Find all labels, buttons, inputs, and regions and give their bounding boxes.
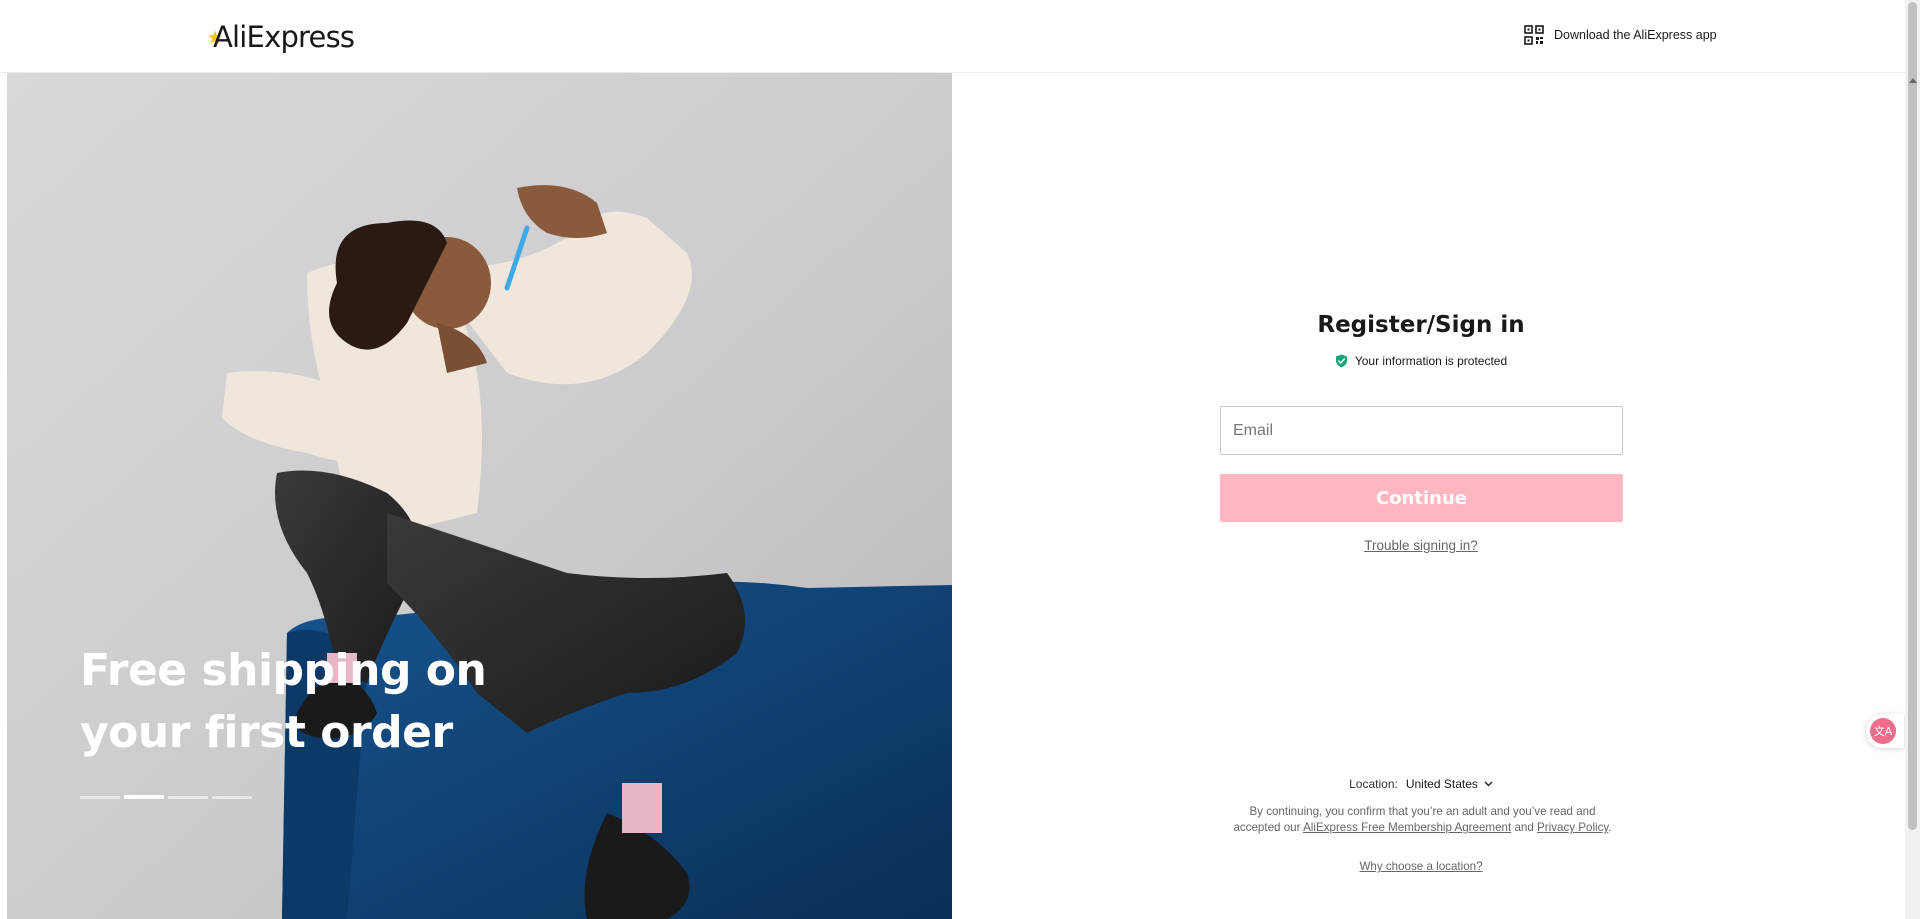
location-label: Location: [1349,777,1398,791]
download-app-link[interactable]: Download the AliExpress app [1524,25,1717,45]
hero-photo [7,73,952,919]
translate-widget[interactable]: 文A [1866,714,1904,748]
carousel-dot[interactable] [168,796,208,799]
terms-suffix: . [1608,821,1612,834]
scrollbar-thumb[interactable] [1908,2,1917,830]
chevron-down-icon [1484,781,1493,787]
protected-text: Your information is protected [1354,354,1508,368]
location-row: Location: United States [952,777,1890,791]
terms-text: By continuing, you confirm that you’re a… [1230,804,1615,836]
carousel-dot[interactable] [212,796,252,799]
page-title: Register/Sign in [1317,312,1525,338]
carousel-indicators [80,795,252,799]
logo-text: AliExpress [213,20,355,54]
email-field[interactable] [1220,406,1623,455]
membership-agreement-link[interactable]: AliExpress Free Membership Agreement [1303,821,1511,834]
translate-icon: 文A [1870,718,1896,744]
trouble-signing-in-link[interactable]: Trouble signing in? [952,538,1890,553]
carousel-dot[interactable] [80,796,120,799]
page-scrollbar[interactable] [1905,0,1920,919]
site-header: AliExpress Download the AliExpress app [0,0,1905,73]
continue-button[interactable]: Continue [1220,474,1623,522]
scroll-up-arrow-icon[interactable] [1905,73,1920,88]
protected-notice: Your information is protected [952,354,1890,368]
privacy-policy-link[interactable]: Privacy Policy [1537,821,1608,834]
carousel-dot-active[interactable] [124,795,164,799]
signin-panel: Register/Sign in Your information is pro… [952,73,1890,919]
download-app-label: Download the AliExpress app [1554,28,1717,42]
shield-check-icon [1335,354,1347,368]
qr-code-icon [1524,25,1544,45]
hero-headline: Free shipping on your first order [80,645,487,758]
location-selector[interactable]: United States [1406,777,1493,791]
terms-and: and [1514,821,1534,834]
location-value: United States [1405,777,1478,791]
aliexpress-logo[interactable]: AliExpress [208,18,355,56]
hero-banner: Free shipping on your first order [7,73,952,919]
why-choose-location-link[interactable]: Why choose a location? [952,860,1890,873]
